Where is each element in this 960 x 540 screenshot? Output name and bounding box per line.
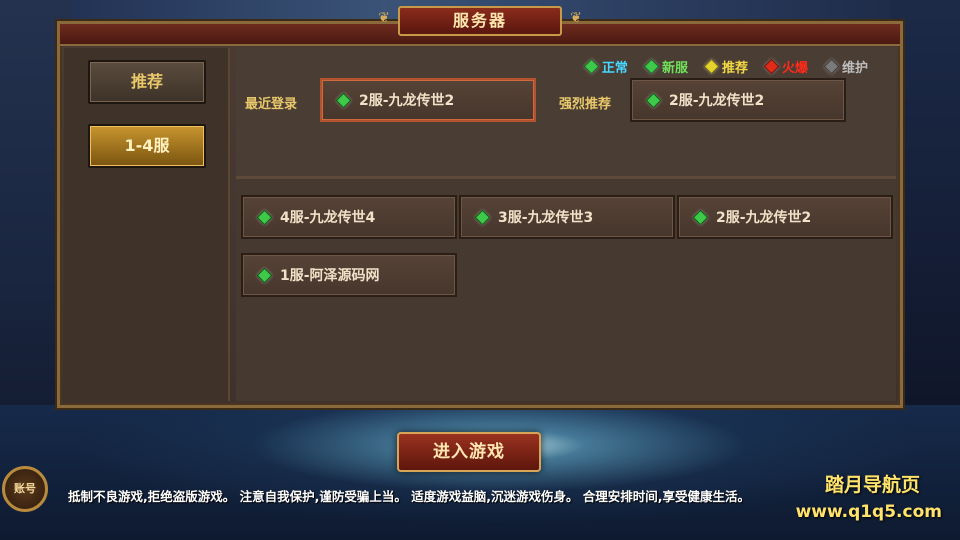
- legend-normal: 正常: [583, 56, 628, 76]
- account-button[interactable]: 账号: [2, 466, 48, 512]
- recent-login-label: 最近登录: [245, 97, 298, 112]
- legend-new: 新服: [643, 56, 688, 76]
- server-list: 4服-九龙传世4 3服-九龙传世3 2服-九龙传世2 1服-阿泽源码网: [236, 180, 896, 401]
- server-name: 2服-九龙传世2: [716, 210, 812, 226]
- yellow-gem-icon: [703, 58, 720, 74]
- recent-server-button[interactable]: 2服-九龙传世2: [320, 78, 536, 122]
- recent-login-section: 正常 新服 推荐 火爆 维护 最近登录 2服-九龙传世2 强烈推荐 2服-九龙传…: [236, 48, 896, 179]
- red-gem-icon: [763, 58, 780, 74]
- legend-maintenance: 维护: [823, 56, 868, 76]
- server-name: 4服-九龙传世4: [280, 210, 376, 226]
- server-item[interactable]: 2服-九龙传世2: [677, 195, 893, 239]
- watermark-url: www.q1q5.com: [795, 502, 942, 522]
- legend-label: 正常: [601, 60, 628, 76]
- recommended-label: 强烈推荐: [559, 97, 612, 112]
- green-gem-icon: [583, 58, 600, 74]
- server-item[interactable]: 3服-九龙传世3: [459, 195, 675, 239]
- green-gem-icon: [645, 92, 662, 108]
- server-item[interactable]: 4服-九龙传世4: [241, 195, 457, 239]
- green-gem-icon: [256, 209, 273, 225]
- green-gem-icon: [474, 209, 491, 225]
- panel-title: 服务器: [398, 6, 562, 36]
- server-name: 1服-阿泽源码网: [280, 268, 380, 284]
- legend-hot: 火爆: [763, 56, 808, 76]
- server-name: 3服-九龙传世3: [498, 210, 594, 226]
- sidebar-item-servers-1-4[interactable]: 1-4服: [88, 124, 206, 168]
- health-notice: 抵制不良游戏,拒绝盗版游戏。 注意自我保护,谨防受骗上当。 适度游戏益脑,沉迷游…: [68, 489, 751, 504]
- server-group-sidebar: 推荐 1-4服: [64, 48, 230, 401]
- server-select-panel: 推荐 1-4服 正常 新服 推荐 火爆 维护 最近登录 2服-九龙传世2 强烈推…: [57, 21, 903, 408]
- green-gem-icon: [692, 209, 709, 225]
- sidebar-item-recommended[interactable]: 推荐: [88, 60, 206, 104]
- server-name: 2服-九龙传世2: [359, 93, 455, 109]
- recommended-server-button[interactable]: 2服-九龙传世2: [630, 78, 846, 122]
- gray-gem-icon: [823, 58, 840, 74]
- legend-label: 推荐: [721, 60, 748, 76]
- green-gem-icon: [643, 58, 660, 74]
- green-gem-icon: [256, 267, 273, 283]
- legend-label: 维护: [841, 60, 868, 76]
- legend-label: 火爆: [781, 60, 808, 76]
- status-legend: 正常 新服 推荐 火爆 维护: [583, 56, 868, 76]
- server-item[interactable]: 1服-阿泽源码网: [241, 253, 457, 297]
- legend-recommended: 推荐: [703, 56, 748, 76]
- green-gem-icon: [335, 92, 352, 108]
- legend-label: 新服: [661, 60, 688, 76]
- watermark-title: 踏月导航页: [824, 474, 920, 496]
- enter-game-button[interactable]: 进入游戏: [397, 432, 541, 472]
- server-name: 2服-九龙传世2: [669, 93, 765, 109]
